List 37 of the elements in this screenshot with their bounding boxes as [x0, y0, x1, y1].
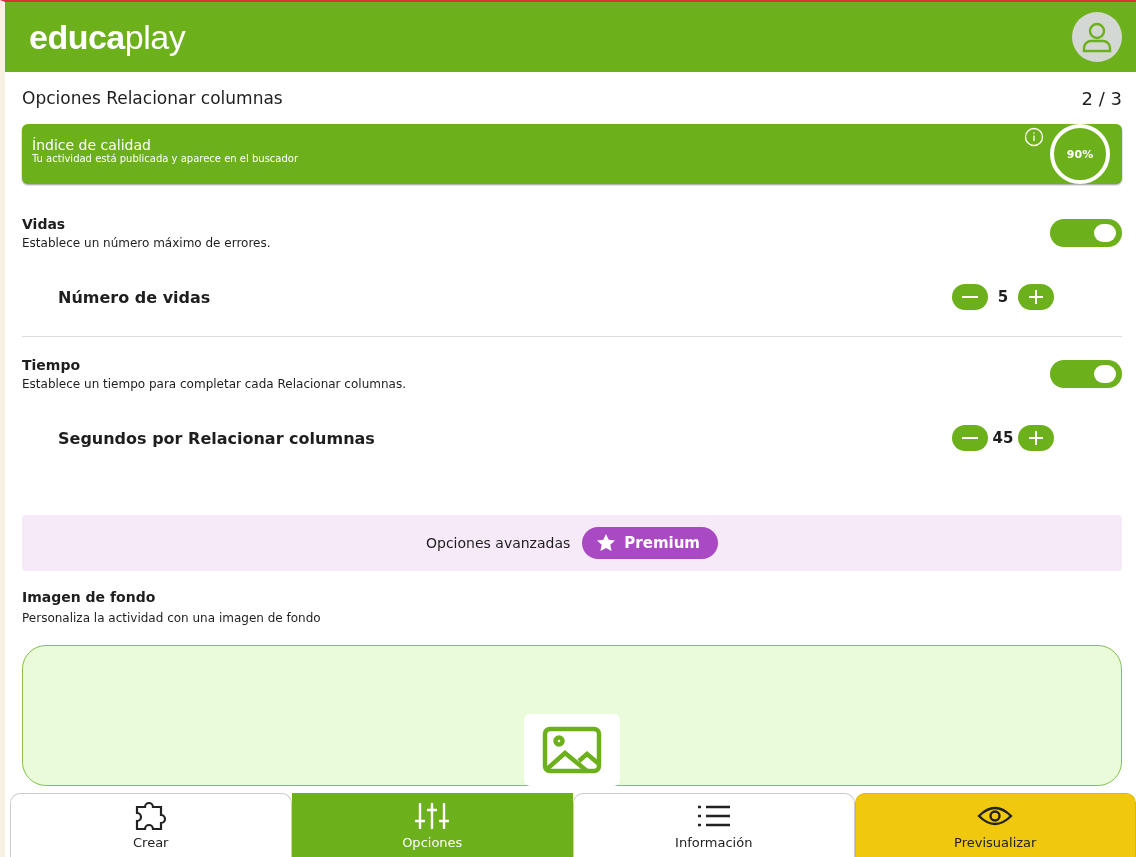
stepper-label: Número de vidas [58, 287, 211, 307]
section-title: Imagen de fondo [22, 589, 157, 605]
premium-button[interactable]: Premium [582, 527, 718, 559]
option-title: Vidas [22, 216, 67, 232]
quality-subtitle: Tu actividad está publicada y aparece en el buscador [32, 152, 299, 164]
minus-icon [962, 296, 978, 298]
plus-icon [1027, 288, 1045, 306]
logo: educaplay [29, 17, 186, 57]
minus-icon [962, 437, 978, 439]
option-title: Tiempo [22, 357, 82, 373]
info-icon[interactable] [1024, 127, 1044, 147]
advanced-options-label: Opciones avanzadas [426, 535, 571, 551]
section-description: Personaliza la actividad con una imagen de fondo [22, 611, 322, 625]
stepper-label: Segundos por Relacionar columnas [58, 428, 375, 448]
minus-button[interactable] [952, 284, 988, 310]
plus-button[interactable] [1018, 425, 1054, 451]
ring-icon [1048, 122, 1112, 186]
quality-title: Índice de calidad [32, 136, 152, 153]
page-title: Opciones Relacionar columnas [22, 88, 283, 108]
stepper-value: 5 [996, 288, 1010, 306]
toggle-switch[interactable] [1050, 219, 1122, 247]
option-description: Establece un tiempo para completar cada Relacionar columnas. [22, 377, 406, 391]
plus-button[interactable] [1018, 284, 1054, 310]
stepper-value: 45 [992, 429, 1014, 447]
minus-button[interactable] [952, 425, 988, 451]
option-description: Establece un número máximo de errores. [22, 236, 271, 250]
toggle-switch[interactable] [1050, 360, 1122, 388]
avatar-icon[interactable] [1072, 12, 1122, 62]
image-icon[interactable] [524, 714, 620, 786]
plus-icon [1027, 429, 1045, 447]
star-icon [596, 533, 617, 553]
nav-tab[interactable]: Previsualizar [854, 793, 1136, 857]
step-counter: 2 / 3 [1081, 87, 1122, 109]
quality-percent: 90% [1066, 147, 1094, 161]
nav-tab[interactable]: Información [573, 793, 855, 857]
nav-tab[interactable]: Crear [10, 793, 292, 857]
image-drop-area[interactable] [22, 645, 1122, 786]
